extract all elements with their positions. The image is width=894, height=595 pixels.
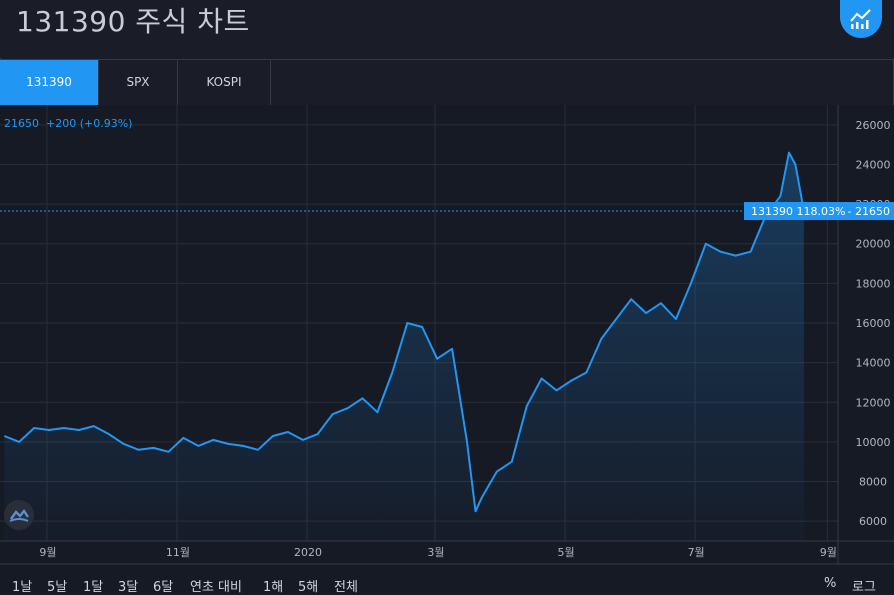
price-label-text: 131390 118.03% <box>751 205 845 218</box>
x-tick-label: 7월 <box>688 546 705 559</box>
range-1y[interactable]: 1해 <box>263 576 283 595</box>
x-tick-label: 9월 <box>820 546 837 559</box>
price-chart: 6000800010000120001400016000180002000022… <box>0 105 894 565</box>
x-tick-label: 11월 <box>166 546 190 559</box>
x-tick-label: 2020 <box>294 546 322 559</box>
range-3m[interactable]: 3달 <box>118 576 138 595</box>
y-tick-label: 20000 <box>856 238 891 251</box>
y-tick-label: 8000 <box>859 476 887 489</box>
y-tick-label: 16000 <box>856 317 891 330</box>
x-tick-label: 3월 <box>427 546 444 559</box>
range-1d[interactable]: 1날 <box>12 576 32 595</box>
y-tick-label: 18000 <box>856 277 891 290</box>
y-tick-label: 26000 <box>856 119 891 132</box>
range-5d[interactable]: 5날 <box>47 576 67 595</box>
range-ytd[interactable]: 연초 대비 <box>190 576 242 595</box>
y-tick-label: 10000 <box>856 436 891 449</box>
range-bar: 1날 5날 1달 3달 6달 연초 대비 1해 5해 전체 % 로그 <box>0 572 894 595</box>
y-tick-label: 14000 <box>856 357 891 370</box>
x-tick-label: 9월 <box>39 546 56 559</box>
legend-symbol: 21650 <box>4 117 39 130</box>
tradingview-logo[interactable] <box>4 500 34 530</box>
range-all[interactable]: 전체 <box>334 576 358 595</box>
price-label-value: - 21650 <box>848 205 890 218</box>
y-tick-label: 24000 <box>856 158 891 171</box>
y-tick-label: 6000 <box>859 515 887 528</box>
cloud-logo-icon <box>9 508 29 522</box>
range-1m[interactable]: 1달 <box>83 576 103 595</box>
range-5y[interactable]: 5해 <box>298 576 318 595</box>
range-6m[interactable]: 6달 <box>153 576 173 595</box>
legend-readout: 21650 +200 (+0.93%) <box>4 117 132 130</box>
legend-change: +200 (+0.93%) <box>46 117 133 130</box>
log-toggle[interactable]: 로그 <box>852 576 876 595</box>
x-tick-label: 5월 <box>558 546 575 559</box>
y-tick-label: 12000 <box>856 396 891 409</box>
percent-toggle[interactable]: % <box>824 576 836 591</box>
